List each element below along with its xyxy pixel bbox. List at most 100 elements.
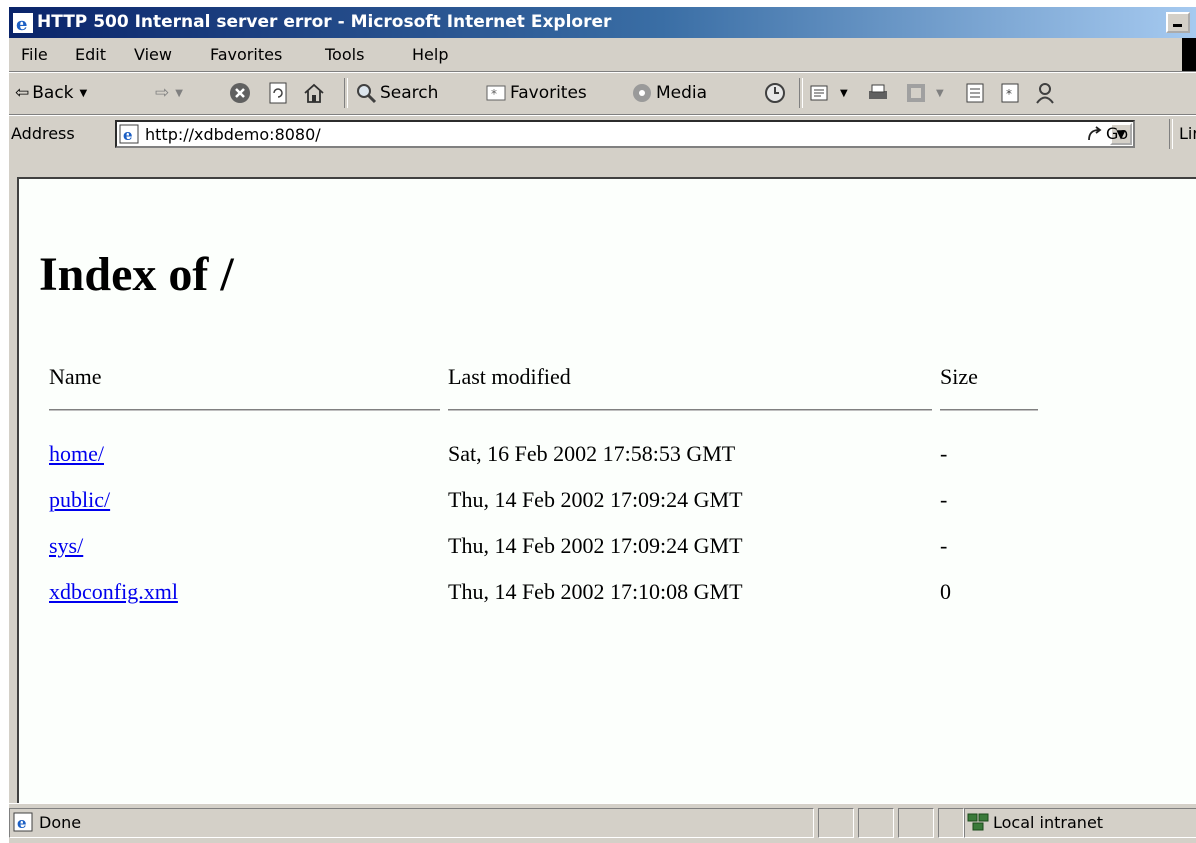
menu-favorites[interactable]: Favorites bbox=[210, 45, 282, 64]
favorites-button[interactable]: * Favorites bbox=[485, 80, 587, 106]
edit-dropdown-icon[interactable]: ▼ bbox=[936, 88, 944, 99]
browser-window: e HTTP 500 Internal server error - Micro… bbox=[7, 5, 1196, 843]
messenger-button[interactable] bbox=[1034, 80, 1059, 106]
address-label: Address bbox=[11, 124, 75, 143]
edit-button[interactable]: ▼ bbox=[905, 80, 944, 106]
svg-text:e: e bbox=[123, 126, 133, 144]
file-modified: Sat, 16 Feb 2002 17:58:53 GMT bbox=[448, 441, 736, 466]
title-bar[interactable]: e HTTP 500 Internal server error - Micro… bbox=[9, 7, 1196, 38]
page-content: Index of / Name Last modified Size home/… bbox=[17, 177, 1196, 803]
file-size: - bbox=[940, 533, 948, 558]
page-status-icon: e bbox=[13, 812, 33, 832]
mail-button[interactable]: ▼ bbox=[809, 80, 848, 106]
file-size: 0 bbox=[940, 579, 951, 604]
column-header-modified: Last modified bbox=[448, 364, 571, 389]
mail-dropdown-icon[interactable]: ▼ bbox=[840, 88, 848, 99]
refresh-icon bbox=[269, 82, 287, 104]
file-link[interactable]: public/ bbox=[49, 487, 110, 513]
address-bar: Address e http://xdbdemo:8080/ ▼ Go Lir bbox=[9, 115, 1196, 155]
file-modified: Thu, 14 Feb 2002 17:09:24 GMT bbox=[448, 533, 743, 558]
discuss-button[interactable] bbox=[964, 80, 989, 106]
file-link[interactable]: home/ bbox=[49, 441, 104, 467]
header-rule-size bbox=[940, 409, 1038, 411]
throbber-icon bbox=[1182, 38, 1196, 71]
address-input[interactable]: e http://xdbdemo:8080/ ▼ bbox=[115, 120, 1135, 148]
stop-button[interactable] bbox=[229, 80, 254, 106]
menu-edit[interactable]: Edit bbox=[75, 45, 106, 64]
go-arrow-icon bbox=[1088, 125, 1102, 140]
menu-tools[interactable]: Tools bbox=[325, 45, 364, 64]
file-name-link[interactable]: home/ bbox=[49, 441, 104, 466]
intranet-zone-icon bbox=[967, 813, 989, 831]
media-icon bbox=[633, 84, 651, 102]
menu-bar: File Edit View Favorites Tools Help bbox=[9, 38, 1196, 72]
svg-text:*: * bbox=[1006, 87, 1012, 101]
go-label: Go bbox=[1106, 124, 1129, 143]
stop-icon bbox=[230, 83, 250, 103]
status-done-label: Done bbox=[39, 812, 82, 832]
refresh-button[interactable] bbox=[267, 80, 292, 106]
window-title: HTTP 500 Internal server error - Microso… bbox=[37, 12, 612, 32]
home-icon bbox=[304, 83, 324, 103]
file-size: - bbox=[940, 441, 948, 466]
menu-file[interactable]: File bbox=[21, 45, 48, 64]
research-button[interactable]: * bbox=[999, 80, 1024, 106]
favorites-icon: * bbox=[486, 85, 506, 101]
ie-logo-icon: e bbox=[13, 13, 33, 33]
back-button[interactable]: ⇦ Back ▼ bbox=[15, 80, 87, 106]
file-name-link[interactable]: public/ bbox=[49, 487, 110, 512]
media-button[interactable]: Media bbox=[631, 80, 707, 106]
forward-arrow-icon: ⇨ bbox=[155, 83, 170, 103]
back-label: Back bbox=[32, 83, 74, 103]
security-zone[interactable]: Local intranet bbox=[967, 812, 1103, 832]
back-arrow-icon: ⇦ bbox=[15, 83, 30, 103]
links-label[interactable]: Lir bbox=[1179, 124, 1196, 143]
svg-text:e: e bbox=[17, 814, 27, 832]
messenger-icon bbox=[1036, 83, 1054, 104]
page-icon: e bbox=[119, 124, 139, 144]
file-name-link[interactable]: xdbconfig.xml bbox=[49, 579, 178, 604]
header-rule-modified bbox=[448, 409, 932, 411]
standard-toolbar: ⇦ Back ▼ ⇨ ▼ Search * Favorites Media ▼ … bbox=[9, 72, 1196, 115]
file-link[interactable]: xdbconfig.xml bbox=[49, 579, 178, 605]
svg-text:*: * bbox=[491, 87, 497, 101]
search-label: Search bbox=[380, 83, 439, 103]
research-icon: * bbox=[1001, 83, 1019, 103]
history-icon bbox=[765, 83, 785, 103]
status-panel-main bbox=[9, 808, 814, 838]
file-modified: Thu, 14 Feb 2002 17:10:08 GMT bbox=[448, 579, 743, 604]
status-panel bbox=[818, 808, 854, 838]
column-header-size: Size bbox=[940, 364, 978, 389]
column-header-name: Name bbox=[49, 364, 102, 389]
forward-dropdown-icon[interactable]: ▼ bbox=[175, 88, 183, 99]
media-label: Media bbox=[656, 83, 708, 103]
print-icon bbox=[869, 84, 887, 99]
history-button[interactable] bbox=[764, 80, 789, 106]
status-text: e Done bbox=[13, 812, 81, 832]
status-panel bbox=[858, 808, 894, 838]
back-dropdown-icon[interactable]: ▼ bbox=[80, 88, 88, 99]
edit-icon bbox=[907, 84, 925, 102]
status-panel bbox=[938, 808, 964, 838]
address-url[interactable]: http://xdbdemo:8080/ bbox=[145, 125, 321, 144]
minimize-button[interactable] bbox=[1166, 12, 1190, 33]
print-button[interactable] bbox=[867, 80, 892, 106]
home-button[interactable] bbox=[303, 80, 328, 106]
page-heading: Index of / bbox=[39, 248, 234, 301]
go-button[interactable]: Go bbox=[1086, 124, 1128, 143]
status-bar: e Done Local intranet bbox=[9, 803, 1196, 843]
file-name-link[interactable]: sys/ bbox=[49, 533, 83, 558]
forward-button[interactable]: ⇨ ▼ bbox=[155, 80, 183, 106]
svg-text:e: e bbox=[16, 14, 27, 33]
search-button[interactable]: Search bbox=[355, 80, 438, 106]
menu-help[interactable]: Help bbox=[412, 45, 448, 64]
file-link[interactable]: sys/ bbox=[49, 533, 83, 559]
status-panel bbox=[898, 808, 934, 838]
header-rule-name bbox=[49, 409, 440, 411]
menu-view[interactable]: View bbox=[134, 45, 172, 64]
zone-label: Local intranet bbox=[993, 812, 1104, 832]
file-modified: Thu, 14 Feb 2002 17:09:24 GMT bbox=[448, 487, 743, 512]
mail-icon bbox=[810, 85, 828, 101]
search-icon bbox=[357, 84, 377, 104]
favorites-label: Favorites bbox=[510, 83, 587, 103]
